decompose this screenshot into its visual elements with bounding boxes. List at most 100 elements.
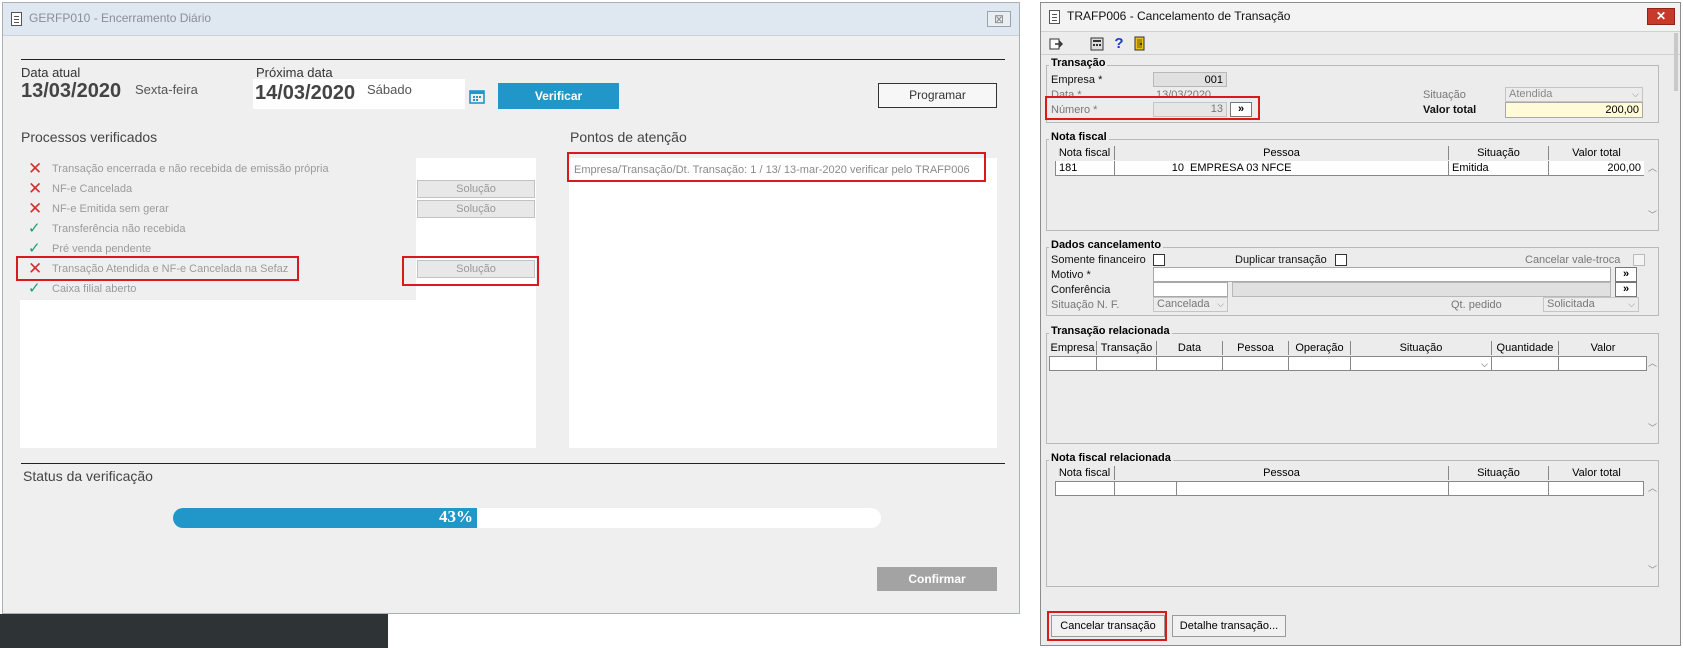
scroll-down-icon[interactable]: ﹀ <box>1648 421 1657 434</box>
empty-cell <box>1449 482 1549 495</box>
somente-financeiro-checkbox[interactable] <box>1153 254 1165 266</box>
situacao-cell: Emitida <box>1449 161 1549 175</box>
processos-panel: ✕ Transação encerrada e não recebida de e… <box>20 158 536 448</box>
title-bar: GERFP010 - Encerramento Diário ⊠ <box>3 3 1019 36</box>
process-row[interactable]: ✕ Transação encerrada e não recebida de e… <box>20 159 416 179</box>
situacao-select-cell[interactable]: ⌵ <box>1351 357 1492 370</box>
process-row[interactable]: ✓ Caixa filial aberto <box>20 279 416 299</box>
table-row[interactable]: ⌵ <box>1049 356 1647 371</box>
pontos-panel: Empresa/Transação/Dt. Transação: 1 / 13/… <box>569 158 997 448</box>
process-row[interactable]: ✕ NF-e Cancelada <box>20 179 416 199</box>
process-row[interactable]: ✕ NF-e Emitida sem gerar <box>20 199 416 219</box>
grid-header: Nota fiscal Pessoa Situação Valor total <box>1055 146 1644 162</box>
scroll-up-icon[interactable]: ︿ <box>1648 356 1657 369</box>
group-title: Nota fiscal relacionada <box>1049 452 1173 464</box>
highlight-box <box>1047 611 1167 641</box>
empty-cell <box>1177 482 1449 495</box>
pontos-title: Pontos de atenção <box>570 129 687 145</box>
empty-cell <box>1492 357 1559 370</box>
qt-pedido-value: Solicitada <box>1547 298 1595 310</box>
column-header: Data <box>1157 341 1223 355</box>
scroll-up-icon[interactable]: ︿ <box>1648 481 1657 494</box>
nota-cell: 181 <box>1056 161 1115 175</box>
table-row[interactable] <box>1055 481 1644 496</box>
qt-pedido-label: Qt. pedido <box>1451 299 1502 311</box>
situacao-label: Situação <box>1423 89 1466 101</box>
column-header: Situação <box>1449 466 1549 480</box>
grid-header: Nota fiscal Pessoa Situação Valor total <box>1055 466 1644 482</box>
help-icon[interactable]: ? <box>1113 35 1125 52</box>
qt-pedido-select[interactable]: Solicitada ⌵ <box>1543 297 1639 312</box>
column-header: Quantidade <box>1492 341 1559 355</box>
programar-button[interactable]: Programar <box>878 83 997 108</box>
column-header: Pessoa <box>1223 341 1289 355</box>
calculator-icon[interactable] <box>1090 37 1104 51</box>
door-icon[interactable] <box>1133 36 1147 51</box>
chevron-down-icon: ⌵ <box>1628 299 1635 309</box>
calendar-icon[interactable] <box>469 89 485 104</box>
proxima-data-value: 14/03/2020 <box>255 82 356 104</box>
vale-troca-checkbox[interactable] <box>1633 254 1645 266</box>
status-title: Status da verificação <box>23 468 153 484</box>
motivo-field[interactable] <box>1153 267 1611 282</box>
conferencia-desc-field <box>1232 282 1611 297</box>
table-row[interactable]: 181 10 EMPRESA 03 NFCE Emitida 200,00 <box>1055 161 1644 176</box>
divider <box>21 59 1005 60</box>
error-x-icon: ✕ <box>28 199 43 218</box>
scroll-up-icon[interactable]: ︿ <box>1648 161 1657 174</box>
solucao-button[interactable]: Solução <box>417 200 535 218</box>
scroll-down-icon[interactable]: ﹀ <box>1648 208 1657 221</box>
highlight-box <box>567 152 986 182</box>
group-title: Dados cancelamento <box>1049 239 1164 251</box>
proxima-data-field[interactable]: 14/03/2020 Sábado <box>253 79 465 109</box>
processos-title: Processos verificados <box>21 129 158 145</box>
close-button[interactable]: ⊠ <box>987 11 1011 27</box>
column-header: Valor <box>1590 342 1616 354</box>
progress-label: 43% <box>439 507 473 526</box>
process-label: Transferência não recebida <box>52 223 186 235</box>
column-header: Empresa <box>1049 341 1097 355</box>
motivo-lookup-button[interactable]: » <box>1615 267 1637 282</box>
verificar-button[interactable]: Verificar <box>498 83 619 109</box>
situacao-nf-select[interactable]: Cancelada ⌵ <box>1153 297 1228 312</box>
highlight-box <box>402 256 539 286</box>
situacao-field[interactable]: Atendida ⌵ <box>1505 87 1643 102</box>
empty-cell <box>1157 357 1223 370</box>
pessoa-cell: EMPRESA 03 NFCE <box>1187 161 1449 175</box>
solucao-button[interactable]: Solução <box>417 180 535 198</box>
empty-cell <box>1115 482 1177 495</box>
column-header: Pessoa <box>1115 466 1449 480</box>
conferencia-lookup-button[interactable]: » <box>1615 282 1637 297</box>
data-atual-label: Data atual <box>21 65 81 80</box>
situacao-value: Atendida <box>1509 88 1553 100</box>
scroll-down-icon[interactable]: ﹀ <box>1648 563 1657 576</box>
exit-icon[interactable] <box>1049 37 1064 51</box>
data-atual-value: 13/03/2020 <box>21 80 122 102</box>
empty-cell <box>1289 357 1351 370</box>
column-header: Pessoa <box>1115 146 1449 160</box>
progress-fill <box>173 508 478 528</box>
check-icon: ✓ <box>28 280 41 297</box>
confirmar-button[interactable]: Confirmar <box>877 567 997 591</box>
close-button[interactable]: ✕ <box>1647 8 1675 25</box>
column-header: Valor total <box>1572 467 1621 479</box>
chevron-down-icon: ⌵ <box>1481 359 1488 369</box>
valor-total-field[interactable]: 200,00 <box>1505 102 1643 118</box>
window-icon <box>1049 10 1060 24</box>
column-header: Situação <box>1449 146 1549 160</box>
chevron-down-icon: ⌵ <box>1632 89 1639 99</box>
window-title: GERFP010 - Encerramento Diário <box>29 11 212 25</box>
scrollbar[interactable] <box>1674 33 1678 91</box>
conferencia-code-field[interactable] <box>1153 282 1228 297</box>
process-label: Caixa filial aberto <box>52 283 137 295</box>
detalhe-transacao-button[interactable]: Detalhe transação... <box>1172 615 1286 637</box>
error-x-icon: ✕ <box>28 159 43 178</box>
empresa-field[interactable]: 001 <box>1153 72 1227 87</box>
window-title: TRAFP006 - Cancelamento de Transação <box>1067 9 1291 23</box>
empty-cell <box>1097 357 1157 370</box>
valor-cell: 200,00 <box>1607 162 1641 174</box>
process-row[interactable]: ✓ Transferência não recebida <box>20 219 416 239</box>
duplicar-checkbox[interactable] <box>1335 254 1347 266</box>
progress-bar <box>173 508 881 528</box>
situacao-nf-label: Situação N. F. <box>1051 299 1120 311</box>
